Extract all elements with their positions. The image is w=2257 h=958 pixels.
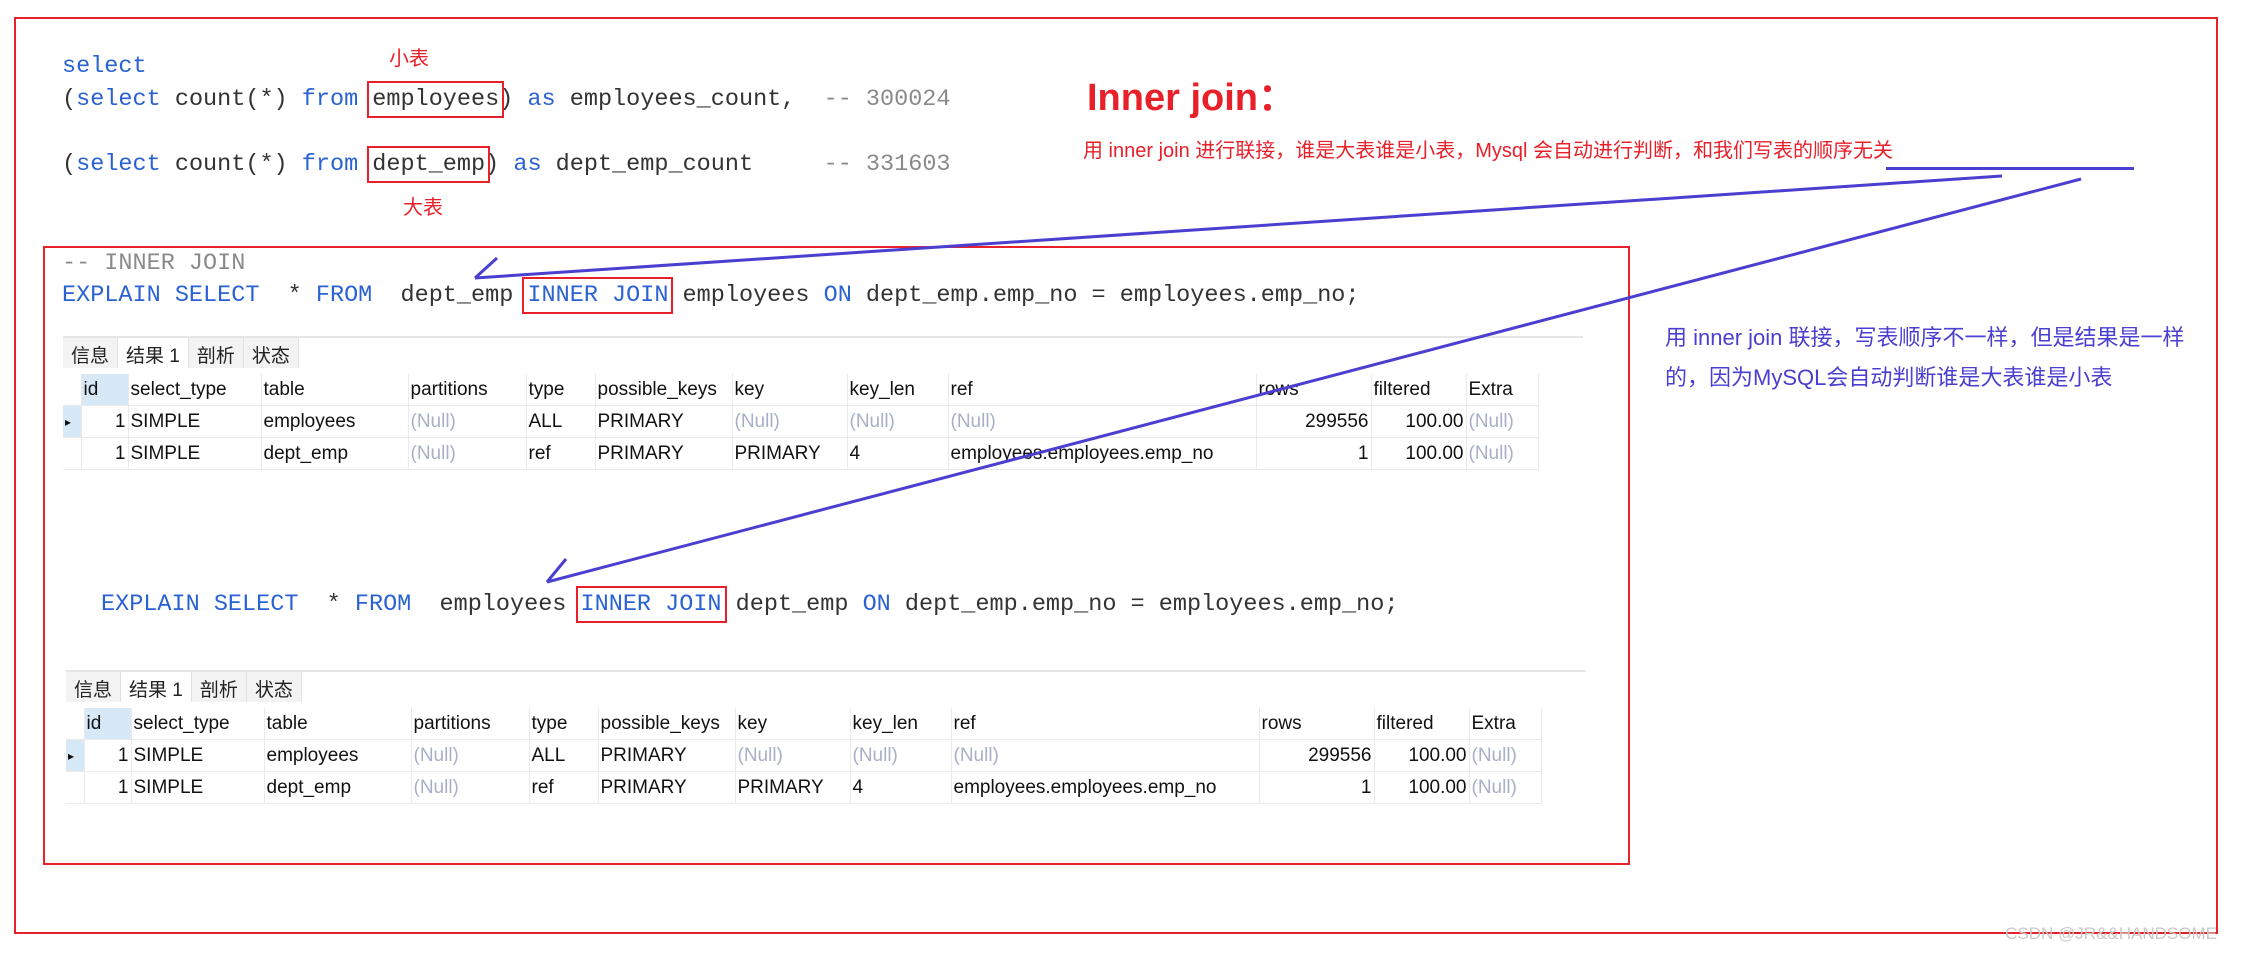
arrow-line-2 <box>546 177 2082 584</box>
watermark: CSDN @JR&&HANDSOME <box>2005 924 2217 943</box>
arrow-head-1 <box>473 256 499 280</box>
annotation-arrows <box>473 174 2082 584</box>
arrow-line-1 <box>474 174 2003 280</box>
